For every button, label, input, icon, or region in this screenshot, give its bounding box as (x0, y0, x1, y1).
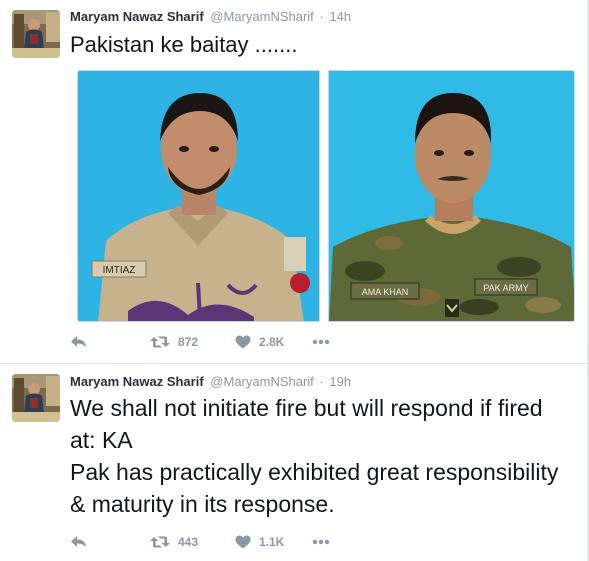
heart-icon (235, 335, 251, 349)
soldier-image: AMA KHAN PAK ARMY (329, 71, 574, 321)
reply-button[interactable] (70, 534, 88, 550)
tweet-header: Maryam Nawaz Sharif @MaryamNSharif · 14h (70, 9, 351, 25)
avatar[interactable] (12, 374, 60, 422)
separator: · (319, 374, 324, 389)
tweet-header: Maryam Nawaz Sharif @MaryamNSharif · 19h (70, 374, 351, 390)
like-count: 2.8K (259, 335, 285, 349)
name-tag-right: AMA KHAN (362, 287, 409, 297)
soldier-image: IMTIAZ (78, 71, 319, 321)
username[interactable]: @MaryamNSharif (210, 374, 314, 389)
tweet[interactable]: Maryam Nawaz Sharif @MaryamNSharif · 19h… (0, 364, 587, 561)
media-grid: IMTIAZ AMA KHAN PAK ARMY (77, 70, 575, 322)
soldier-photo-right[interactable]: AMA KHAN PAK ARMY (328, 70, 575, 322)
reply-icon (71, 336, 86, 347)
pak-army-tag: PAK ARMY (483, 283, 528, 293)
more-dots-icon (312, 539, 330, 545)
timestamp[interactable]: 19h (329, 374, 351, 389)
heart-icon (235, 535, 251, 549)
timeline: Maryam Nawaz Sharif @MaryamNSharif · 14h… (0, 0, 589, 561)
retweet-count: 443 (178, 535, 199, 549)
tweet-text-line: We shall not initiate fire but will resp… (70, 395, 543, 453)
separator: · (319, 9, 324, 24)
avatar[interactable] (12, 10, 60, 58)
avatar-image (12, 10, 60, 58)
name-tag-left: IMTIAZ (103, 265, 136, 276)
retweet-icon (150, 336, 170, 348)
fullname[interactable]: Maryam Nawaz Sharif (70, 374, 204, 389)
tweet-text: We shall not initiate fire but will resp… (70, 392, 570, 520)
tweet-text: Pakistan ke baitay ....... (70, 32, 298, 57)
like-button[interactable]: 1.1K (235, 534, 284, 550)
retweet-count: 872 (178, 335, 199, 349)
like-count: 1.1K (259, 535, 285, 549)
tweet[interactable]: Maryam Nawaz Sharif @MaryamNSharif · 14h… (0, 0, 587, 364)
like-button[interactable]: 2.8K (235, 334, 284, 350)
reply-icon (71, 536, 86, 547)
reply-button[interactable] (70, 334, 88, 350)
retweet-button[interactable]: 443 (150, 534, 198, 550)
fullname[interactable]: Maryam Nawaz Sharif (70, 9, 204, 24)
retweet-button[interactable]: 872 (150, 334, 198, 350)
soldier-photo-left[interactable]: IMTIAZ (77, 70, 320, 322)
tweet-text-line: Pak has practically exhibited great resp… (70, 459, 559, 517)
avatar-image (12, 374, 60, 422)
username[interactable]: @MaryamNSharif (210, 9, 314, 24)
timestamp[interactable]: 14h (329, 9, 351, 24)
retweet-icon (150, 536, 170, 548)
more-dots-icon (312, 339, 330, 345)
more-button[interactable] (312, 334, 330, 350)
more-button[interactable] (312, 534, 330, 550)
